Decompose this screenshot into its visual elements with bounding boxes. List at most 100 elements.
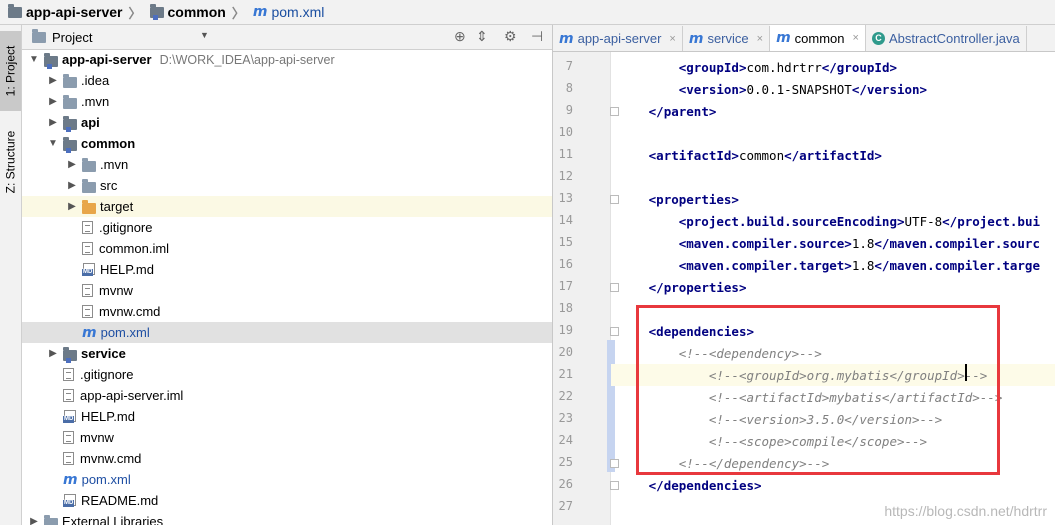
- fold-marker-icon[interactable]: [610, 107, 619, 116]
- tree-item[interactable]: m pom.xml: [22, 322, 552, 343]
- line-number: 19: [558, 323, 573, 337]
- tree-item[interactable]: mvnw.cmd: [22, 448, 552, 469]
- close-icon[interactable]: ×: [757, 33, 763, 45]
- fold-marker-icon[interactable]: [610, 283, 619, 292]
- tree-item-label: mvnw.cmd: [99, 304, 161, 319]
- tree-item-label: service: [81, 346, 126, 361]
- tab-structure-label: Z: Structure: [3, 130, 18, 194]
- tree-item-label: mvnw: [99, 283, 133, 298]
- highlight-box: [636, 305, 1000, 475]
- maven-icon: m: [559, 30, 574, 47]
- tree-item[interactable]: ▶ .mvn: [22, 91, 552, 112]
- tree-item[interactable]: ▶ service: [22, 343, 552, 364]
- tool-window-strip: 1: Project Z: Structure: [0, 25, 22, 525]
- tree-item-label: common.iml: [99, 241, 170, 256]
- hide-icon[interactable]: ⊣: [531, 28, 543, 45]
- line-number: 22: [558, 389, 573, 403]
- xml-tag: <project.build.sourceEncoding>: [678, 213, 905, 229]
- chevron-right-icon[interactable]: ▶: [66, 201, 78, 212]
- tree-item[interactable]: mvnw: [22, 280, 552, 301]
- fold-marker-icon[interactable]: [610, 327, 619, 336]
- tree-item[interactable]: .gitignore: [22, 364, 552, 385]
- collapse-icon[interactable]: ⇕: [476, 28, 488, 45]
- tree-item[interactable]: MD HELP.md: [22, 406, 552, 427]
- code-line: </properties>: [611, 276, 1055, 298]
- tree-item[interactable]: ▶ target: [22, 196, 552, 217]
- xml-text: common: [738, 147, 785, 163]
- tree-item-label: .gitignore: [99, 220, 153, 235]
- breadcrumb-item-common[interactable]: common 〉: [149, 3, 245, 22]
- chevron-down-icon[interactable]: ▼: [28, 54, 40, 65]
- breadcrumb-item-root[interactable]: app-api-server 〉: [8, 3, 142, 22]
- chevron-right-icon[interactable]: ▶: [28, 516, 40, 525]
- tree-item[interactable]: common.iml: [22, 238, 552, 259]
- editor-tab[interactable]: m app-api-server ×: [553, 26, 683, 51]
- line-number: 10: [558, 125, 573, 139]
- editor-tabs: m app-api-server × m service × m common × C Abstra…: [553, 25, 1055, 52]
- line-number: 16: [558, 257, 573, 271]
- tree-item-label: src: [100, 178, 118, 193]
- tree-item[interactable]: ▼ common: [22, 133, 552, 154]
- editor-tab-label: app-api-server: [577, 31, 662, 46]
- target-icon[interactable]: ⊕: [454, 28, 466, 45]
- tab-structure[interactable]: Z: Structure: [0, 117, 21, 207]
- line-number: 12: [558, 169, 573, 183]
- chevron-right-icon[interactable]: ▶: [47, 348, 59, 359]
- editor-tab[interactable]: m service ×: [683, 26, 771, 51]
- tree-item-label: mvnw.cmd: [80, 451, 142, 466]
- tree-item[interactable]: mvnw: [22, 427, 552, 448]
- tree-item[interactable]: .gitignore: [22, 217, 552, 238]
- editor-tab[interactable]: C AbstractController.java: [866, 26, 1027, 51]
- tree-item-label: common: [81, 136, 136, 151]
- line-number: 8: [565, 81, 573, 95]
- module-folder-icon: [44, 52, 58, 69]
- iml-file-icon: [82, 242, 93, 255]
- close-icon[interactable]: ×: [669, 33, 675, 45]
- folder-icon: [82, 157, 96, 172]
- tree-item[interactable]: app-api-server.iml: [22, 385, 552, 406]
- chevron-right-icon[interactable]: ▶: [66, 180, 78, 191]
- chevron-right-icon[interactable]: ▶: [47, 117, 59, 128]
- close-icon[interactable]: ×: [853, 32, 859, 44]
- xml-text: UTF-8: [904, 213, 943, 229]
- tree-item[interactable]: MD HELP.md: [22, 259, 552, 280]
- tab-project[interactable]: 1: Project: [0, 31, 21, 111]
- line-number: 23: [558, 411, 573, 425]
- tree-item[interactable]: mvnw.cmd: [22, 301, 552, 322]
- tree-item-label: pom.xml: [81, 472, 131, 487]
- tree-item-label: .mvn: [81, 94, 110, 109]
- line-number: 7: [565, 59, 573, 73]
- module-folder-icon: [149, 3, 164, 20]
- module-folder-icon: [63, 346, 77, 363]
- tree-item[interactable]: m pom.xml: [22, 469, 552, 490]
- line-number: 20: [558, 345, 573, 359]
- tree-item[interactable]: ▶ External Libraries: [22, 511, 552, 525]
- chevron-right-icon[interactable]: ▶: [47, 75, 59, 86]
- chevron-down-icon[interactable]: ▼: [47, 138, 59, 149]
- library-icon: [44, 514, 58, 525]
- tree-item[interactable]: MD README.md: [22, 490, 552, 511]
- xml-tag: <version>: [678, 81, 747, 97]
- breadcrumb: app-api-server 〉 common 〉 m pom.xml: [0, 0, 1055, 25]
- chevron-right-icon[interactable]: ▶: [66, 159, 78, 170]
- tree-item-label: mvnw: [80, 430, 114, 445]
- fold-marker-icon[interactable]: [610, 459, 619, 468]
- tree-item[interactable]: ▼ app-api-server D:\WORK_IDEA\app-api-serv…: [22, 49, 552, 70]
- gear-icon[interactable]: ⚙: [504, 28, 517, 45]
- xml-tag: </artifactId>: [784, 147, 882, 163]
- line-number: 24: [558, 433, 573, 447]
- tree-item[interactable]: ▶ api: [22, 112, 552, 133]
- breadcrumb-item-pom[interactable]: m pom.xml: [253, 4, 325, 20]
- chevron-down-icon[interactable]: ▼: [200, 30, 209, 40]
- tree-item[interactable]: ▶ .idea: [22, 70, 552, 91]
- chevron-right-icon[interactable]: ▶: [47, 96, 59, 107]
- fold-marker-icon[interactable]: [610, 195, 619, 204]
- tree-item[interactable]: ▶ src: [22, 175, 552, 196]
- editor-tab[interactable]: m common ×: [770, 25, 866, 51]
- fold-marker-icon[interactable]: [610, 481, 619, 490]
- line-number: 13: [558, 191, 573, 205]
- tree-item-label: api: [81, 115, 100, 130]
- line-number: 11: [558, 147, 573, 161]
- tree-item[interactable]: ▶ .mvn: [22, 154, 552, 175]
